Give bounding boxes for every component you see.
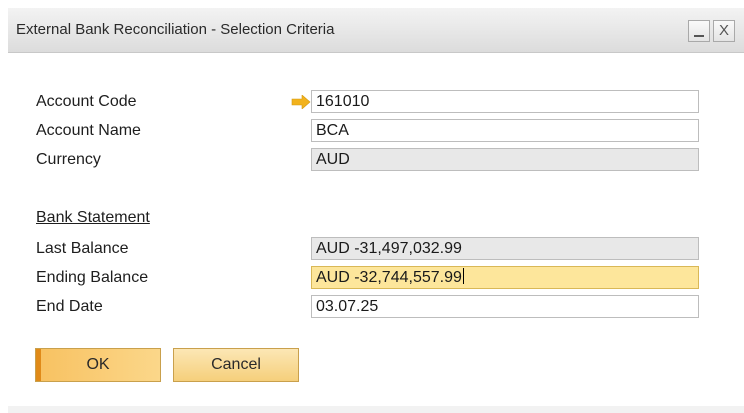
- selection-criteria-window: External Bank Reconciliation - Selection…: [8, 8, 744, 413]
- minimize-icon: [694, 35, 704, 37]
- window-bottom-edge: [8, 406, 744, 413]
- currency-field: AUD: [311, 148, 699, 171]
- last-balance-field: AUD -31,497,032.99: [311, 237, 699, 260]
- account-name-field[interactable]: BCA: [311, 119, 699, 142]
- account-code-label: Account Code: [36, 93, 137, 110]
- window-title: External Bank Reconciliation - Selection…: [16, 21, 335, 38]
- currency-label: Currency: [36, 151, 101, 168]
- ending-balance-label: Ending Balance: [36, 269, 149, 286]
- bank-statement-heading: Bank Statement: [36, 209, 150, 226]
- close-button[interactable]: X: [713, 20, 735, 42]
- end-date-label: End Date: [36, 298, 103, 315]
- ending-balance-value: AUD -32,744,557.99: [316, 269, 462, 286]
- ending-balance-field[interactable]: AUD -32,744,557.99: [311, 266, 699, 289]
- title-bar: External Bank Reconciliation - Selection…: [8, 8, 744, 53]
- text-cursor: [462, 268, 464, 284]
- account-code-field[interactable]: 161010: [311, 90, 699, 113]
- arrow-right-icon[interactable]: [291, 95, 311, 109]
- last-balance-label: Last Balance: [36, 240, 129, 257]
- end-date-field[interactable]: 03.07.25: [311, 295, 699, 318]
- ok-button[interactable]: OK: [35, 348, 161, 382]
- account-name-label: Account Name: [36, 122, 141, 139]
- cancel-button[interactable]: Cancel: [173, 348, 299, 382]
- minimize-button[interactable]: [688, 20, 710, 42]
